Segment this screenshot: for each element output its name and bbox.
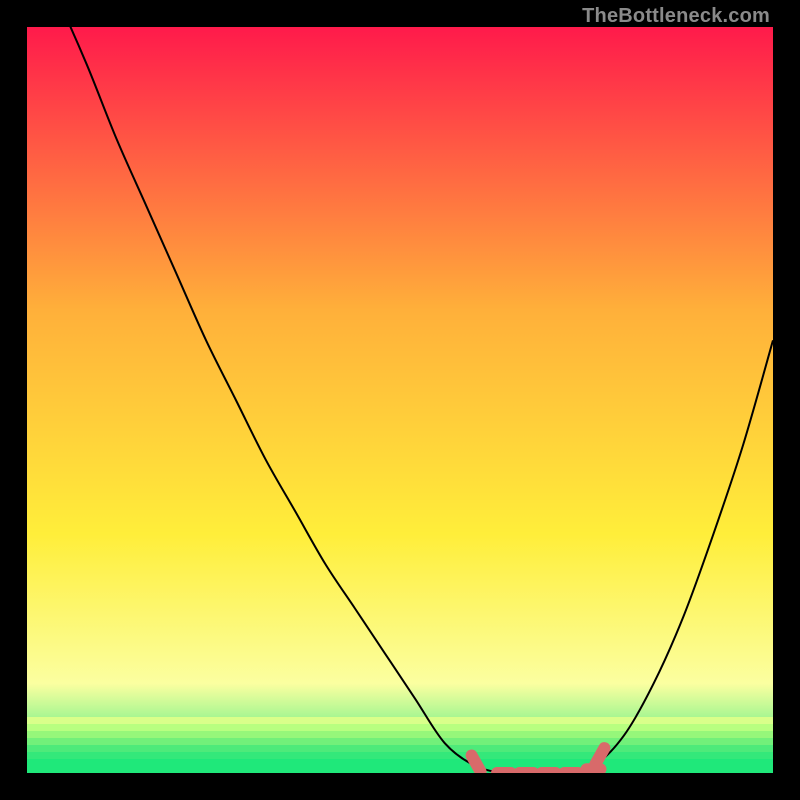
curve-layer: [27, 27, 773, 773]
watermark-text: TheBottleneck.com: [582, 5, 770, 28]
plot-area: [27, 27, 773, 773]
bottleneck-curve: [27, 27, 773, 773]
optimal-markers: [472, 748, 605, 773]
chart-frame: TheBottleneck.com: [0, 0, 800, 800]
